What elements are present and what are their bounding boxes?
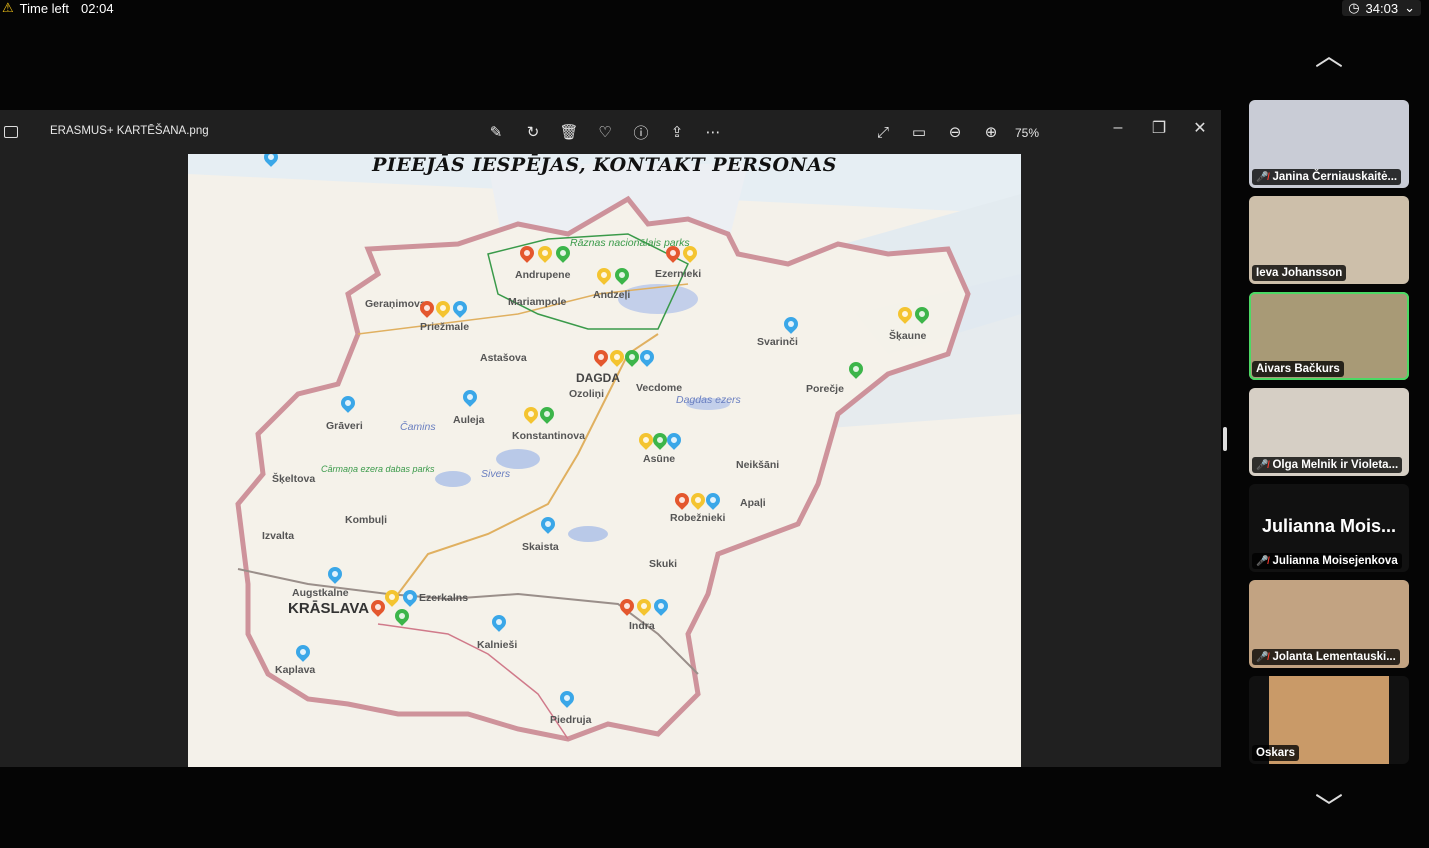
zoom-out-icon[interactable]: ⊖ [944, 121, 966, 143]
map-title: PIEEJĀS IESPĒJAS, KONTAKT PERSONAS [372, 154, 837, 176]
time-left-label: Time left [19, 0, 70, 16]
place-neiksani: Neikšāni [736, 459, 780, 471]
place-geranimova: Geraņimova [365, 298, 426, 310]
place-kombuli: Kombuļi [345, 514, 387, 526]
photo-viewer-window: ERASMUS+ KARTĒŠANA.png ✎ ↻ 🗑 ♡ ⓘ ⇪ ⋯ ⤢ ▭… [0, 110, 1221, 767]
place-ozolini: Ozoliņi [569, 388, 604, 400]
panel-resize-handle[interactable] [1223, 427, 1227, 451]
restore-icon[interactable]: ❐ [1147, 118, 1171, 138]
participant-name: 🎤̸ Janina Černiauskaitė... [1252, 169, 1402, 185]
file-name: ERASMUS+ KARTĒŠANA.png [50, 125, 209, 137]
share-icon[interactable]: ⇪ [666, 121, 688, 143]
edit-image-icon[interactable]: ✎ [485, 121, 507, 143]
time-left-value: 02:04 [81, 0, 114, 16]
participant-tile-active[interactable]: Aivars Bačkurs [1249, 292, 1409, 380]
place-skeltova: Šķeltova [272, 473, 316, 485]
place-astasova: Astašova [480, 352, 527, 364]
mic-muted-icon: 🎤̸ [1256, 555, 1269, 567]
info-icon[interactable]: ⓘ [630, 121, 652, 143]
chevron-down-icon: ⌄ [1404, 0, 1415, 15]
chevron-up-icon[interactable]: ︿ [1311, 42, 1347, 70]
participant-tile[interactable]: Julianna Mois... 🎤̸ Julianna Moisejenkova [1249, 484, 1409, 572]
viewer-titlebar: ERASMUS+ KARTĒŠANA.png ✎ ↻ 🗑 ♡ ⓘ ⇪ ⋯ ⤢ ▭… [0, 110, 1221, 154]
place-izvalta: Izvalta [262, 530, 295, 542]
place-skuki: Skuki [649, 558, 678, 570]
label-sivers: Sivers [481, 468, 511, 480]
place-ezerkalns: Ezerkalns [419, 592, 469, 604]
participant-name: 🎤̸ Olga Melnik ir Violeta... [1252, 457, 1403, 473]
place-kalniesi: Kalnieši [477, 639, 518, 651]
place-andrupene: Andrupene [515, 269, 571, 281]
timer-value: 34:03 [1365, 0, 1399, 16]
zoom-in-icon[interactable]: ⊕ [980, 121, 1002, 143]
fit-to-window-icon[interactable]: ▭ [908, 121, 930, 143]
place-indra: Indra [629, 620, 655, 632]
place-graveri: Grāveri [326, 420, 363, 432]
delete-icon[interactable]: 🗑 [558, 121, 580, 143]
place-priezmale: Priežmale [420, 321, 470, 333]
place-konstantinova: Konstantinova [512, 430, 585, 442]
participant-tile[interactable]: 🎤̸ Jolanta Lementauski... [1249, 580, 1409, 668]
place-auleja: Auleja [453, 414, 485, 426]
minimize-icon[interactable]: – [1106, 118, 1130, 138]
fullscreen-icon[interactable]: ⤢ [872, 121, 894, 143]
participant-name: Aivars Bačkurs [1252, 361, 1344, 377]
label-dagdas-ezers: Dagdas ezers [676, 394, 741, 406]
participant-tile[interactable]: Ieva Johansson [1249, 196, 1409, 284]
place-apalj: Apaļi [740, 497, 766, 509]
mic-muted-icon: 🎤̸ [1256, 459, 1269, 471]
place-vecdome: Vecdome [636, 382, 683, 394]
warning-icon: ⚠ [2, 0, 14, 15]
participant-video-off-label: Julianna Mois... [1261, 516, 1397, 536]
chevron-down-icon[interactable]: ﹀ [1311, 794, 1347, 822]
place-svarinci: Svarinči [757, 336, 798, 348]
place-robeznieki: Robežnieki [670, 512, 726, 524]
label-carmana-park: Cārmaņa ezera dabas parks [321, 464, 435, 474]
participant-tile[interactable]: 🎤̸ Janina Černiauskaitė... [1249, 100, 1409, 188]
close-icon[interactable]: ✕ [1188, 118, 1212, 138]
participant-name: Oskars [1252, 745, 1300, 761]
place-porecje: Porečje [806, 383, 844, 395]
place-ezernieki: Ezernieki [655, 268, 702, 280]
participant-name: 🎤̸ Jolanta Lementauski... [1252, 649, 1400, 665]
place-asune: Asūne [643, 453, 676, 465]
place-augstkalne: Augstkalne [292, 587, 349, 599]
time-left-indicator: ⚠ Time left 02:04 [0, 0, 114, 16]
participant-tile[interactable]: Oskars [1249, 676, 1409, 764]
place-skaista: Skaista [522, 541, 559, 553]
rotate-icon[interactable]: ↻ [522, 121, 544, 143]
mic-muted-icon: 🎤̸ [1256, 171, 1269, 183]
participant-name: 🎤̸ Julianna Moisejenkova [1252, 553, 1402, 569]
place-piedruja: Piedruja [550, 714, 592, 726]
place-andzeli: Andzeļi [593, 289, 631, 301]
photos-app-icon [4, 126, 18, 138]
meeting-timer[interactable]: ◷ 34:03 ⌄ [1342, 0, 1421, 16]
participant-tile[interactable]: 🎤̸ Olga Melnik ir Violeta... [1249, 388, 1409, 476]
participant-name: Ieva Johansson [1252, 265, 1347, 281]
place-kraslava: KRĀSLAVA [288, 600, 370, 617]
map-image: PIEEJĀS IESPĒJAS, KONTAKT PERSONAS Andru… [188, 154, 1021, 767]
zoom-level[interactable]: 75% [1015, 126, 1039, 140]
place-skaune: Šķaune [889, 330, 927, 342]
more-icon[interactable]: ⋯ [702, 121, 724, 143]
label-camins: Čamins [400, 421, 436, 433]
mic-muted-icon: 🎤̸ [1256, 651, 1269, 663]
favorite-icon[interactable]: ♡ [594, 121, 616, 143]
place-dagda: DAGDA [576, 371, 620, 385]
clock-icon: ◷ [1348, 0, 1360, 15]
place-mariampole: Mariampole [508, 296, 567, 308]
place-kaplava: Kaplava [275, 664, 316, 676]
